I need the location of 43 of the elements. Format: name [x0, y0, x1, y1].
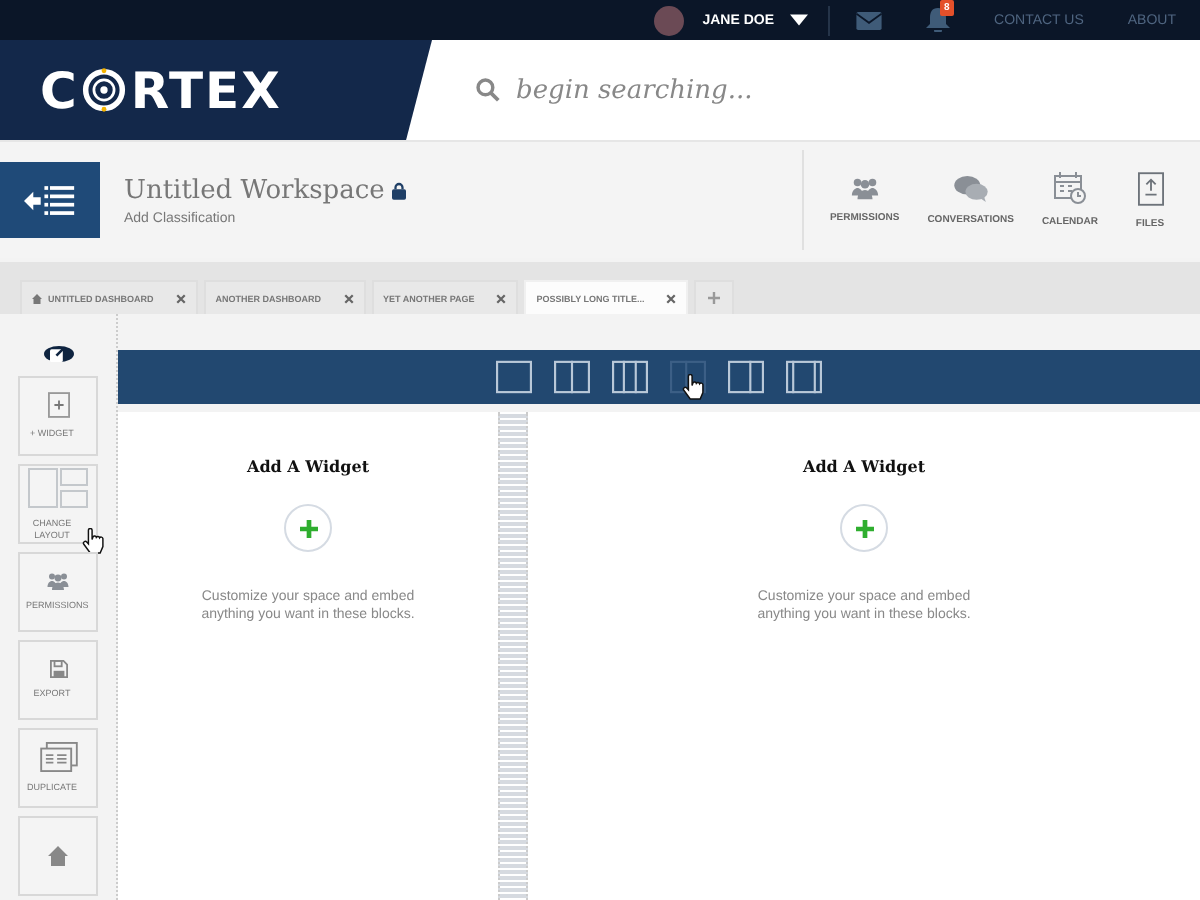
logo-text: RTEX	[130, 61, 282, 119]
widget-title: Add A Widget	[802, 456, 926, 476]
add-widget-button[interactable]	[284, 504, 332, 552]
workspace-title: Untitled Workspace	[124, 175, 385, 205]
duplicate-window-icon	[39, 742, 77, 773]
column-layout-icon	[670, 360, 706, 394]
back-list-icon	[24, 185, 76, 215]
widget-title: Add A Widget	[246, 456, 370, 476]
plus-icon	[299, 519, 317, 537]
layout-icon	[28, 467, 88, 508]
bell-icon[interactable]	[926, 8, 951, 32]
column-layout-icon	[496, 360, 532, 394]
close-icon[interactable]	[496, 293, 507, 303]
column-layout-icon	[786, 360, 822, 394]
plus-icon	[855, 519, 873, 537]
target-icon	[82, 68, 127, 112]
back-list-button[interactable]	[0, 162, 100, 238]
search-field[interactable]: begin searching...	[516, 75, 1076, 105]
column-layout-icon	[612, 360, 648, 394]
file-upload-icon	[1137, 171, 1163, 205]
edit-icon	[50, 346, 66, 362]
hand-cursor-icon	[682, 374, 704, 400]
sidebar-tool-button[interactable]	[18, 816, 98, 896]
people-icon	[849, 176, 880, 200]
edit-button[interactable]	[43, 346, 73, 362]
column-layout-icon	[728, 360, 764, 394]
caret-icon[interactable]	[790, 14, 809, 26]
people-icon	[46, 572, 70, 591]
logo-text: C	[40, 61, 79, 119]
home-icon	[48, 846, 68, 866]
hand-cursor-icon	[82, 528, 104, 554]
close-icon[interactable]	[175, 293, 186, 303]
add-widget-button[interactable]	[840, 504, 888, 552]
chat-bubbles-icon	[953, 175, 988, 201]
close-icon[interactable]	[343, 293, 353, 303]
close-icon[interactable]	[666, 293, 677, 303]
add-widget-icon	[47, 392, 69, 419]
mail-icon[interactable]	[856, 11, 883, 29]
column-layout-icon	[554, 360, 590, 394]
layout-option-button[interactable]	[670, 360, 706, 394]
plus-icon	[708, 292, 721, 304]
calendar-clock-icon	[1053, 172, 1086, 204]
search-icon	[476, 78, 500, 102]
